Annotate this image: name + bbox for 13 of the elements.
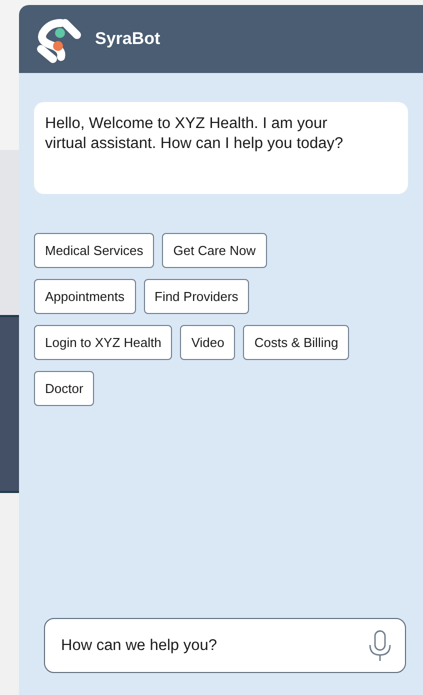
option-button[interactable]: Video: [180, 325, 236, 360]
bot-name: SyraBot: [95, 28, 160, 50]
microphone-icon[interactable]: [367, 628, 393, 662]
option-button[interactable]: Costs & Billing: [243, 325, 350, 360]
option-button[interactable]: Login to XYZ Health: [34, 325, 172, 360]
option-button[interactable]: Get Care Now: [162, 233, 267, 268]
option-button[interactable]: Medical Services: [34, 233, 154, 268]
message-input[interactable]: How can we help you?: [61, 634, 367, 658]
option-button[interactable]: Appointments: [34, 279, 136, 314]
input-field[interactable]: How can we help you?: [44, 618, 406, 673]
option-button[interactable]: Doctor: [34, 371, 94, 406]
bot-message: Hello, Welcome to XYZ Health. I am your virtual assistant. How can I help you today?: [34, 102, 408, 194]
option-button[interactable]: Find Providers: [144, 279, 250, 314]
